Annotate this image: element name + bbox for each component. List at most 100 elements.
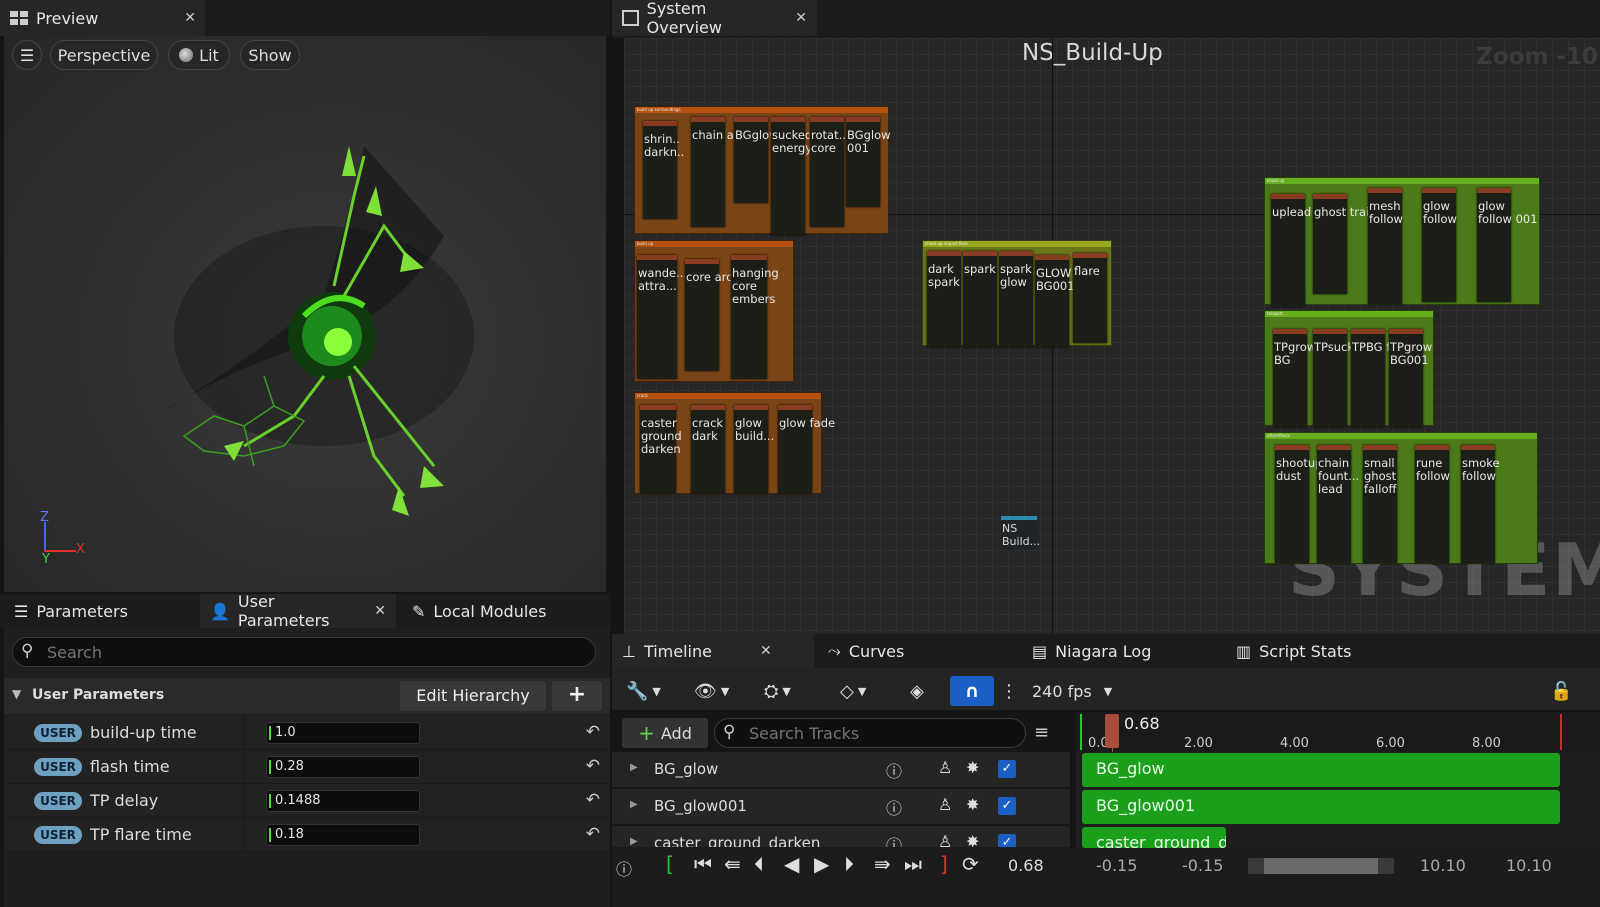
search-tracks-field[interactable]: ⚲ xyxy=(714,718,1026,748)
emitter-node[interactable]: uplead xyxy=(1271,194,1311,306)
emitter-node[interactable]: shootup dust xyxy=(1275,445,1322,563)
show-button[interactable]: Show xyxy=(240,40,300,70)
emitter-node[interactable]: smoke follow xyxy=(1461,445,1500,563)
tab-local-modules[interactable]: ✎ Local Modules xyxy=(402,594,556,628)
tab-user-parameters[interactable]: 👤 User Parameters ✕ xyxy=(200,592,396,630)
info-icon[interactable]: ⓘ xyxy=(886,758,902,782)
emitter-node[interactable]: flare xyxy=(1073,253,1107,343)
emitter-node[interactable]: glow build... xyxy=(734,405,774,493)
emitter-node[interactable]: shrin.. darkn.. xyxy=(643,121,684,219)
param-row[interactable]: USER TP delay 0.1488 ↶ xyxy=(4,784,610,818)
filter-icon[interactable]: ≡ xyxy=(1034,722,1049,743)
isolate-icon[interactable]: ♙ xyxy=(938,795,952,814)
range-scrollbar[interactable] xyxy=(1248,858,1394,874)
emitter-node[interactable]: wande... attra... xyxy=(637,255,687,379)
emitter-node[interactable]: glow follow xyxy=(1422,188,1457,302)
key-add-button[interactable]: ◈ xyxy=(910,676,924,706)
param-value-field[interactable]: 0.1488 xyxy=(266,790,420,812)
prev-key-icon[interactable]: ⇚ xyxy=(724,852,741,876)
emitter-node[interactable]: TPgrow BG001 xyxy=(1389,329,1432,427)
eye-menu-button[interactable]: 👁 ▼ xyxy=(694,676,729,706)
emitter-node[interactable]: dark spark xyxy=(927,251,961,347)
emitter-node[interactable]: TPsuck xyxy=(1313,329,1354,427)
param-row[interactable]: USER TP flare time 0.18 ↶ xyxy=(4,818,610,852)
emitter-node[interactable]: rune follow xyxy=(1415,445,1450,563)
skip-to-start-icon[interactable]: ⏮ xyxy=(694,852,712,876)
track-bar[interactable]: BG_glow001 xyxy=(1082,790,1560,824)
emitter-node[interactable]: small ghost falloff xyxy=(1363,445,1397,563)
emitter-node[interactable]: GLOW BG001 xyxy=(1035,255,1075,347)
emitter-node[interactable]: crack dark xyxy=(691,405,725,493)
track-row[interactable]: ▶ BG_glow ⓘ ♙ ✸ ✓ xyxy=(612,752,1070,788)
expand-arrow-icon[interactable]: ▶ xyxy=(630,799,638,810)
emitter-node[interactable]: glow fade xyxy=(778,405,835,493)
lock-icon[interactable]: 🔓 xyxy=(1550,676,1572,706)
step-forward-icon[interactable]: ⏵ xyxy=(844,852,854,876)
emitter-node[interactable]: spark xyxy=(963,251,997,347)
param-value-field[interactable]: 1.0 xyxy=(266,722,420,744)
param-value-field[interactable]: 0.28 xyxy=(266,756,420,778)
range-end-icon[interactable]: ] xyxy=(940,852,948,876)
reset-icon[interactable]: ↶ xyxy=(586,756,600,776)
emitter-node[interactable]: BGglow xyxy=(734,117,779,203)
range-start-icon[interactable]: [ xyxy=(666,852,674,876)
perspective-button[interactable]: Perspective xyxy=(50,40,158,70)
param-row[interactable]: USER flash time 0.28 ↶ xyxy=(4,750,610,784)
emitter-node[interactable]: chain fount... lead xyxy=(1317,445,1359,563)
tab-timeline[interactable]: ⊥ Timeline ✕ xyxy=(612,634,814,668)
view-range-end[interactable]: 10.10 xyxy=(1506,856,1552,875)
emitter-node[interactable]: rotat... core xyxy=(810,117,850,227)
emitter-group[interactable]: build up surroundings shrin.. darkn.. ch… xyxy=(634,106,891,235)
track-bar[interactable]: BG_glow xyxy=(1082,753,1560,787)
view-range-start[interactable]: -0.15 xyxy=(1096,856,1137,875)
emitter-node[interactable]: core arcs xyxy=(685,259,738,371)
search-tracks-input[interactable] xyxy=(749,723,1009,743)
next-key-icon[interactable]: ⇛ xyxy=(874,852,891,876)
info-icon[interactable]: ⓘ xyxy=(886,795,902,819)
track-bar[interactable]: caster_ground_da... xyxy=(1082,827,1226,848)
reset-icon[interactable]: ↶ xyxy=(586,824,600,844)
emitter-node[interactable]: chain arcs xyxy=(691,117,751,227)
search-input[interactable] xyxy=(47,642,567,662)
select-menu-button[interactable]: ⛭ ▼ xyxy=(764,676,791,706)
playhead-handle[interactable] xyxy=(1105,714,1119,748)
emitter-node[interactable]: spark glow xyxy=(999,251,1033,347)
close-icon[interactable]: ✕ xyxy=(184,10,196,26)
lit-button[interactable]: Lit xyxy=(168,40,230,70)
emitter-node[interactable]: caster ground darken xyxy=(640,405,682,493)
tab-parameters[interactable]: ☰ Parameters xyxy=(4,594,138,628)
emitter-node[interactable]: ghost trail xyxy=(1313,194,1372,294)
wrench-menu-button[interactable]: 🔧 ▼ xyxy=(626,676,661,706)
expand-arrow-icon[interactable]: ▶ xyxy=(630,836,638,847)
tab-system-overview[interactable]: System Overview ✕ xyxy=(612,0,817,37)
reset-icon[interactable]: ↶ xyxy=(586,790,600,810)
emitter-node[interactable]: TPBG flat xyxy=(1351,329,1405,427)
playback-range-end[interactable]: 10.10 xyxy=(1420,856,1466,875)
sparkle-icon[interactable]: ✸ xyxy=(966,758,979,777)
user-params-header[interactable]: ▼ User Parameters Edit Hierarchy + xyxy=(4,678,610,714)
close-icon[interactable]: ✕ xyxy=(760,643,772,659)
search-field[interactable]: ⚲ xyxy=(12,637,596,667)
viewport-menu-button[interactable]: ☰ xyxy=(12,40,42,70)
emitter-group[interactable]: aftereffects shootup dust chain fount...… xyxy=(1264,432,1538,564)
emitter-node[interactable]: mesh follow xyxy=(1368,188,1403,304)
track-row[interactable]: ▶ caster_ground_darken ⓘ ♙ ✸ ✓ xyxy=(612,826,1070,848)
info-icon[interactable]: ⓘ xyxy=(616,856,632,880)
enable-checkbox[interactable]: ✓ xyxy=(998,760,1016,778)
info-icon[interactable]: ⓘ xyxy=(886,832,902,847)
more-options-icon[interactable]: ⋮ xyxy=(1000,676,1018,706)
emitter-node[interactable]: glow follow 001 xyxy=(1477,188,1538,302)
sparkle-icon[interactable]: ✸ xyxy=(966,795,979,814)
emitter-group[interactable]: crack caster ground darken crack dark gl… xyxy=(634,392,835,494)
fps-dropdown[interactable]: 240 fps ▼ xyxy=(1032,676,1112,706)
isolate-icon[interactable]: ♙ xyxy=(938,758,952,777)
emitter-group[interactable]: build up wande... attra... core arcs han… xyxy=(634,240,794,382)
add-parameter-button[interactable]: + xyxy=(552,681,602,711)
param-row[interactable]: USER build-up time 1.0 ↶ xyxy=(4,716,610,750)
emitter-group[interactable]: shoot up uplead ghost trail mesh follow … xyxy=(1264,177,1540,306)
skip-to-end-icon[interactable]: ⏭ xyxy=(904,852,922,876)
isolate-icon[interactable]: ♙ xyxy=(938,832,952,847)
play-reverse-icon[interactable]: ◀ xyxy=(784,852,799,876)
tab-script-stats[interactable]: ▥ Script Stats xyxy=(1226,634,1361,668)
close-icon[interactable]: ✕ xyxy=(374,603,386,619)
